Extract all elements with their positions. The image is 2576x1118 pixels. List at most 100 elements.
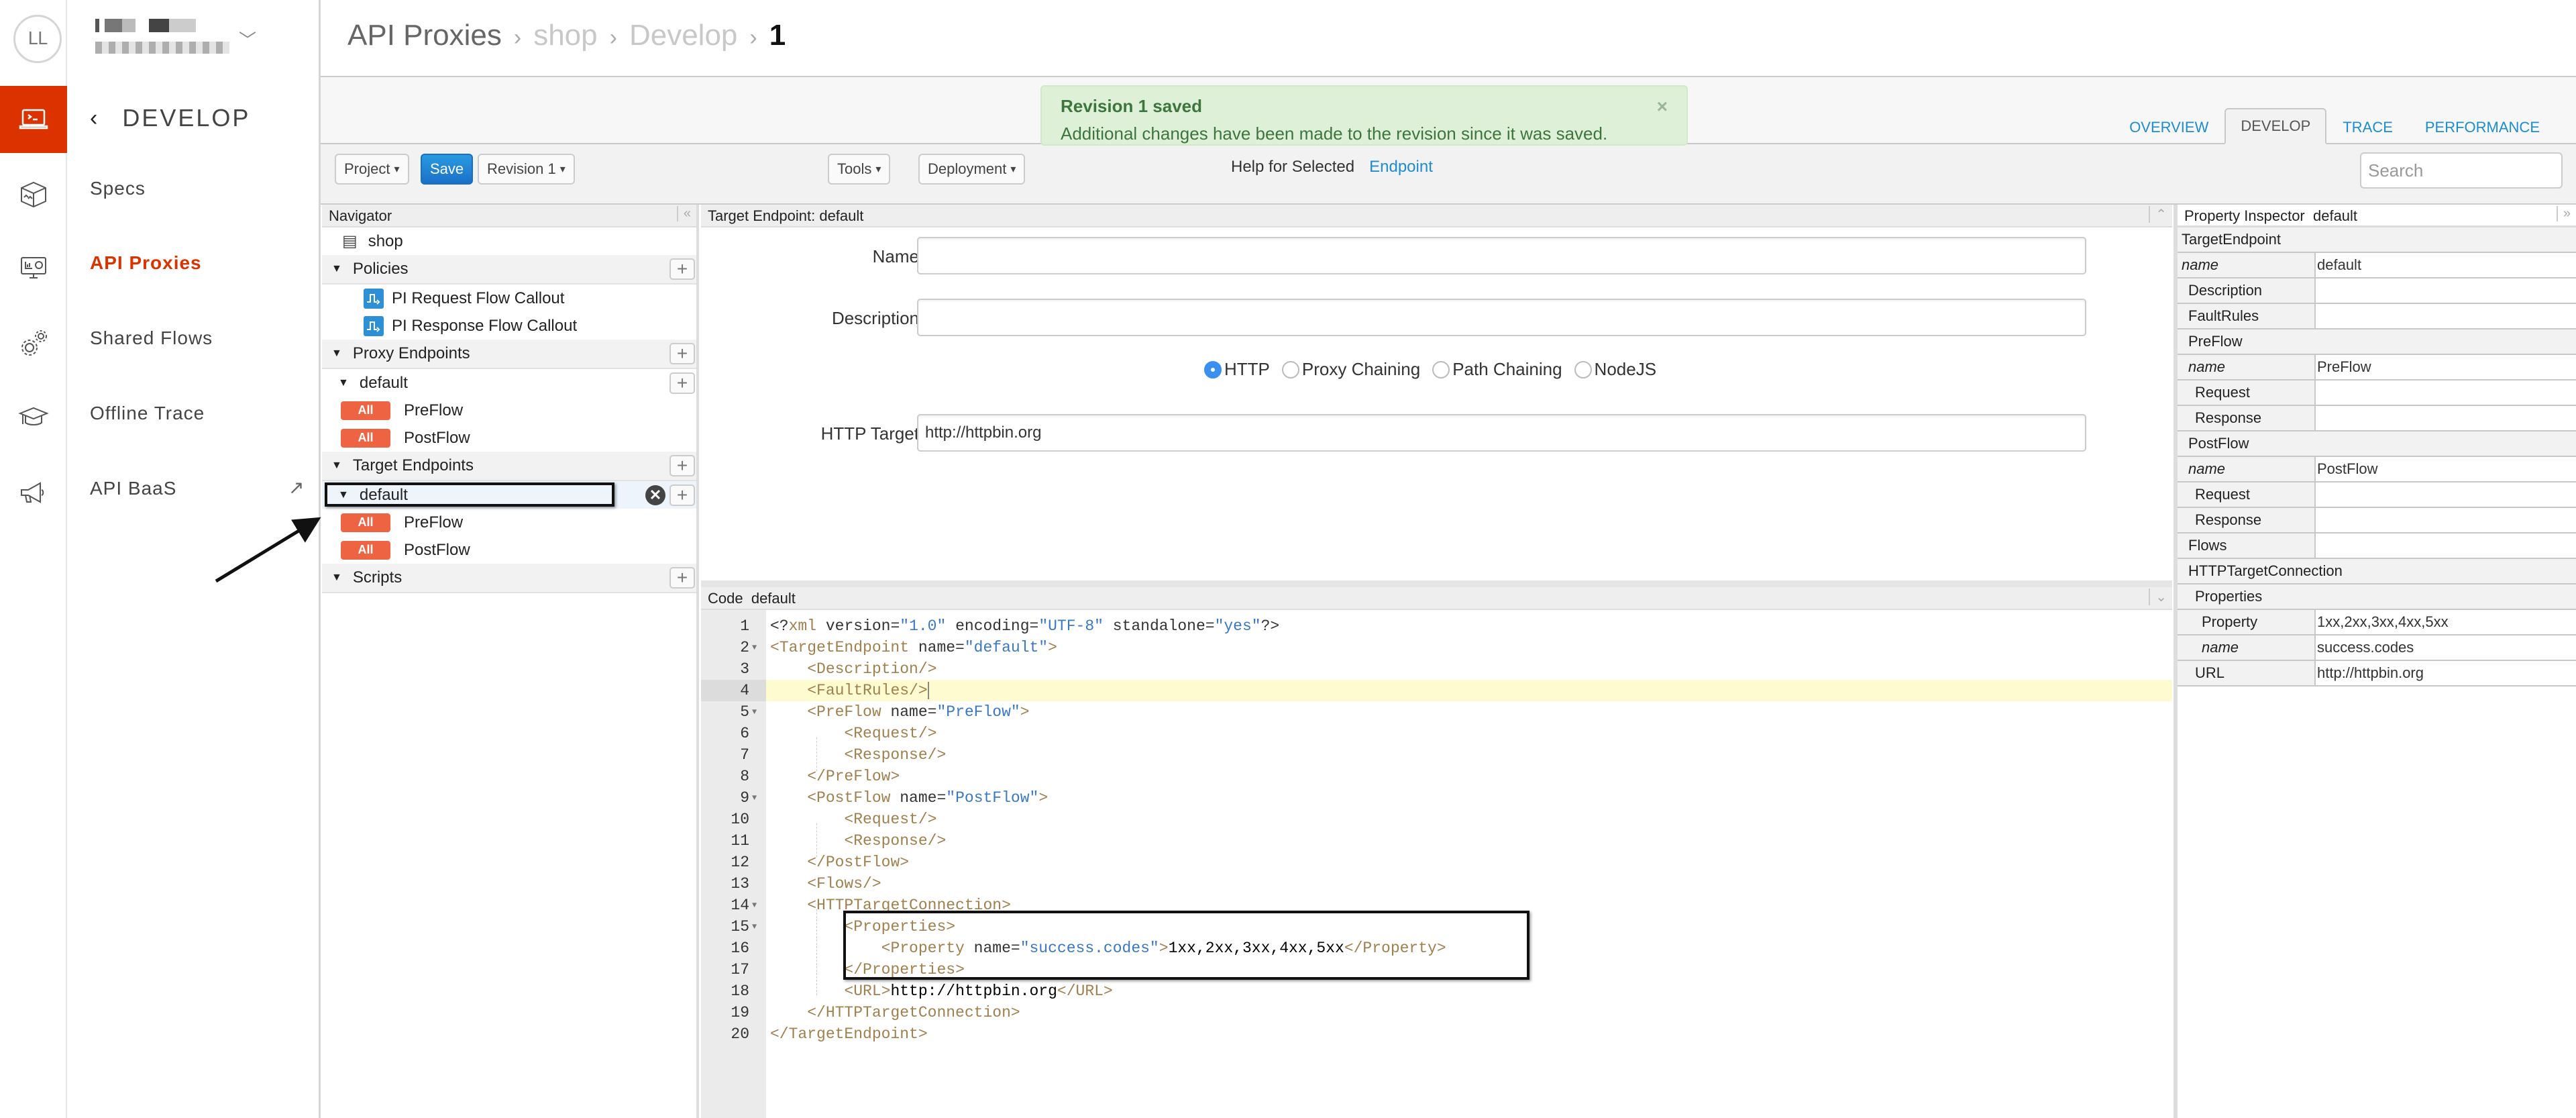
nav-section-target-endpoints[interactable]: ▼ Target Endpoints + (322, 452, 696, 481)
fold-toggle-icon[interactable]: ▼ (752, 787, 757, 809)
radio-path-chaining[interactable]: Path Chaining (1432, 359, 1562, 380)
name-input[interactable] (917, 237, 2086, 274)
radio-button[interactable] (1432, 360, 1450, 378)
code-line[interactable]: 9 ▼ <PostFlow name="PostFlow"> (701, 787, 2172, 809)
nav-section-policies[interactable]: ▼ Policies + (322, 255, 696, 285)
http-target-input[interactable] (917, 414, 2086, 452)
code-line[interactable]: 12 </PostFlow> (701, 852, 2172, 873)
code-editor[interactable]: 1 <?xml version="1.0" encoding="UTF-8" st… (701, 610, 2172, 1118)
radio-button[interactable] (1574, 360, 1592, 378)
collapse-icon[interactable]: « (676, 206, 691, 221)
fold-toggle-icon[interactable]: ▼ (752, 895, 757, 916)
rail-publish[interactable] (0, 161, 67, 228)
rail-admin[interactable] (0, 310, 67, 377)
delete-icon[interactable]: ✕ (645, 485, 665, 505)
revision-menu-button[interactable]: Revision 1 ▾ (478, 154, 575, 185)
fold-toggle-icon[interactable]: ▼ (752, 701, 757, 723)
property-value[interactable] (2316, 406, 2576, 430)
tab-trace[interactable]: TRACE (2326, 109, 2409, 144)
tab-overview[interactable]: OVERVIEW (2113, 109, 2224, 144)
rail-analyze[interactable] (0, 235, 67, 302)
code-line[interactable]: 2 ▼ <TargetEndpoint name="default"> (701, 637, 2172, 658)
nav-shared-flows[interactable]: Shared Flows (90, 327, 213, 349)
property-value[interactable] (2316, 278, 2576, 303)
add-flow-button[interactable]: + (669, 372, 695, 394)
expand-down-icon[interactable]: ⌄ (2149, 589, 2167, 605)
code-line[interactable]: 3 <Description/> (701, 658, 2172, 680)
fold-toggle-icon[interactable]: ▼ (752, 637, 757, 658)
property-value[interactable]: default (2316, 253, 2576, 277)
property-value[interactable]: PreFlow (2316, 355, 2576, 379)
radio-button[interactable] (1281, 360, 1299, 378)
property-value[interactable] (2316, 304, 2576, 328)
radio-proxy-chaining[interactable]: Proxy Chaining (1281, 359, 1420, 380)
code-line[interactable]: 10 <Request/> (701, 809, 2172, 830)
property-value[interactable] (2316, 533, 2576, 558)
close-icon[interactable]: × (1657, 96, 1668, 117)
radio-http[interactable]: HTTP (1204, 359, 1270, 380)
code-line[interactable]: 6 <Request/> (701, 723, 2172, 744)
code-line[interactable]: 7 <Response/> (701, 744, 2172, 766)
collapse-up-icon[interactable]: ⌃ (2149, 206, 2167, 223)
fold-toggle-icon[interactable]: ▼ (752, 916, 757, 937)
project-menu-button[interactable]: Project ▾ (335, 154, 409, 185)
nav-flow-item[interactable]: All PostFlow (322, 536, 696, 564)
nav-policy-item[interactable]: PI Request Flow Callout (322, 285, 696, 312)
user-avatar[interactable]: LL (13, 15, 62, 63)
chevron-down-icon[interactable]: ﹀ (239, 27, 256, 52)
nav-section-proxy-endpoints[interactable]: ▼ Proxy Endpoints + (322, 340, 696, 369)
expand-right-icon[interactable]: » (2556, 206, 2571, 221)
add-policy-button[interactable]: + (669, 258, 695, 280)
property-value[interactable]: success.codes (2316, 636, 2576, 660)
add-target-endpoint-button[interactable]: + (669, 455, 695, 476)
property-value[interactable] (2316, 508, 2576, 532)
add-proxy-endpoint-button[interactable]: + (669, 343, 695, 364)
code-line[interactable]: 4 <FaultRules/> (701, 680, 2172, 701)
nav-target-endpoint-default[interactable]: ▼ default ✕ + (322, 481, 696, 509)
help-link[interactable]: Endpoint (1369, 158, 1433, 176)
breadcrumb-api-proxies[interactable]: API Proxies (347, 19, 502, 52)
breadcrumb-proxy[interactable]: shop (533, 19, 597, 52)
save-button[interactable]: Save (421, 154, 474, 185)
code-line[interactable]: 19 </HTTPTargetConnection> (701, 1002, 2172, 1023)
nav-section-scripts[interactable]: ▼ Scripts + (322, 564, 696, 593)
search-input[interactable] (2360, 152, 2563, 189)
property-value[interactable]: http://httpbin.org (2316, 661, 2576, 685)
nav-specs[interactable]: Specs (90, 178, 146, 199)
property-value[interactable] (2316, 482, 2576, 507)
nav-offline-trace[interactable]: Offline Trace (90, 403, 205, 424)
property-value[interactable]: PostFlow (2316, 457, 2576, 481)
property-value[interactable] (2316, 380, 2576, 405)
add-script-button[interactable]: + (669, 567, 695, 589)
tab-develop[interactable]: DEVELOP (2224, 108, 2327, 144)
nav-flow-item[interactable]: All PreFlow (322, 397, 696, 424)
nav-api-proxies[interactable]: API Proxies (90, 252, 202, 274)
nav-flow-item[interactable]: All PostFlow (322, 424, 696, 452)
nav-proxy-root[interactable]: ▤ shop (322, 227, 696, 255)
add-flow-button[interactable]: + (669, 484, 695, 506)
code-line[interactable]: 8 </PreFlow> (701, 766, 2172, 787)
code-line[interactable]: 5 ▼ <PreFlow name="PreFlow"> (701, 701, 2172, 723)
radio-button-selected[interactable] (1204, 360, 1222, 378)
tab-performance[interactable]: PERFORMANCE (2409, 109, 2556, 144)
rail-learn[interactable] (0, 384, 67, 451)
rail-announce[interactable] (0, 459, 67, 526)
nav-policy-item[interactable]: PI Response Flow Callout (322, 312, 696, 340)
breadcrumb-develop[interactable]: Develop (629, 19, 737, 52)
tools-menu-button[interactable]: Tools ▾ (828, 154, 891, 185)
back-icon[interactable]: ‹ (90, 105, 99, 132)
code-line[interactable]: 1 <?xml version="1.0" encoding="UTF-8" st… (701, 615, 2172, 637)
code-line[interactable]: 13 <Flows/> (701, 873, 2172, 895)
code-line[interactable]: 20 </TargetEndpoint> (701, 1023, 2172, 1045)
code-line[interactable]: 11 <Response/> (701, 830, 2172, 852)
nav-flow-item[interactable]: All PreFlow (322, 509, 696, 536)
radio-nodejs[interactable]: NodeJS (1574, 359, 1656, 380)
nav-api-baas[interactable]: API BaaS (90, 478, 176, 499)
code-line[interactable]: 18 <URL>http://httpbin.org</URL> (701, 980, 2172, 1002)
property-value[interactable]: 1xx,2xx,3xx,4xx,5xx (2316, 610, 2576, 634)
deployment-menu-button[interactable]: Deployment ▾ (918, 154, 1026, 185)
org-switcher[interactable] (95, 19, 229, 54)
rail-develop[interactable] (0, 86, 67, 153)
description-input[interactable] (917, 299, 2086, 336)
nav-proxy-endpoint-default[interactable]: ▼ default + (322, 369, 696, 397)
